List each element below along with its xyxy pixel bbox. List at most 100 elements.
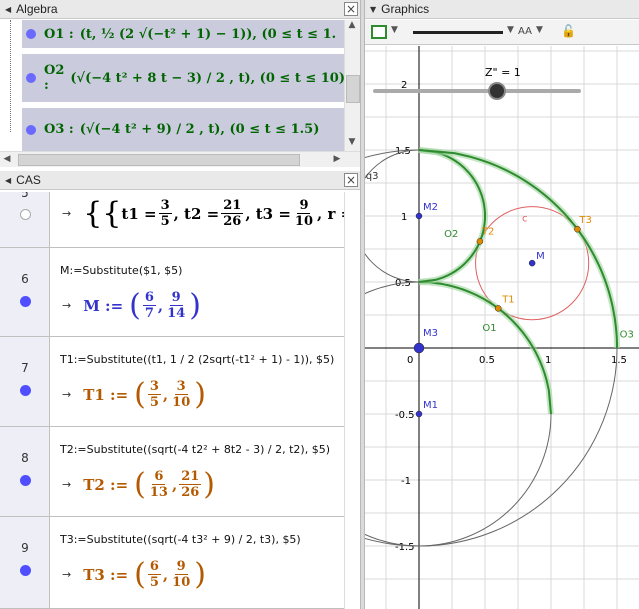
point-t3[interactable] — [574, 225, 581, 233]
row-toggle-icon[interactable] — [20, 296, 31, 307]
label-t2: T2 — [481, 226, 494, 237]
chevron-down-icon[interactable]: ▼ — [536, 25, 543, 35]
output-arrow-icon: → — [62, 568, 72, 581]
label-c: c — [522, 213, 528, 224]
y-tick-label: -1.5 — [395, 542, 415, 553]
object-name: O3 : — [44, 122, 74, 137]
label-t3: T3 — [578, 215, 591, 226]
row-toggle-icon[interactable] — [20, 209, 31, 220]
cas-output: → T3 :=(6 5, 9 10) — [62, 556, 206, 592]
algebra-header: ◀ Algebra × — [0, 0, 360, 19]
y-tick-label: -0.5 — [395, 410, 415, 421]
collapse-triangle-icon[interactable]: ▼ — [370, 5, 376, 14]
x-tick-label: 1 — [545, 355, 551, 366]
row-number: 9 — [21, 541, 29, 555]
y-tick-label: 1 — [401, 212, 407, 223]
cas-output: → T2 :=(6 13, 21 26) — [62, 466, 216, 502]
graphics-canvas[interactable]: 00.511.521.510.5-0.5-1-1.5-2Z" = 1MM1M2M… — [365, 46, 639, 609]
label-m3: M3 — [423, 328, 438, 339]
output-name: T2 := — [83, 475, 129, 494]
close-algebra-icon[interactable]: × — [344, 2, 358, 16]
row-toggle-icon[interactable] — [20, 475, 31, 486]
point-t1[interactable] — [494, 305, 502, 312]
output-name: T1 := — [83, 385, 129, 404]
algebra-row-o2[interactable]: O2 : (√(−4 t² + 8 t − 3) / 2 , t), (0 ≤ … — [22, 54, 346, 102]
chevron-down-icon[interactable]: ▼ — [391, 25, 398, 35]
graphics-header: ▼ Graphics — [365, 0, 639, 19]
label-m1: M1 — [423, 400, 438, 411]
visibility-dot-icon[interactable] — [26, 29, 36, 39]
cas-row-6[interactable]: 6 M:=Substitute($1, $5) → M :=(6 7, 9 14) — [0, 248, 345, 337]
point-m[interactable] — [528, 259, 536, 267]
tree-line — [10, 20, 11, 132]
line-style-button[interactable] — [413, 31, 503, 34]
label-t1: T1 — [501, 294, 514, 305]
cas-row-5[interactable]: 5 → {{ t1 = 35 , t2 = 21 26 , t3 = 9 10 , … — [0, 192, 345, 248]
output-name: T3 := — [83, 565, 129, 584]
cas-row-9[interactable]: 9 T3:=Substitute((sqrt(-4 t3² + 9) / 2, t… — [0, 517, 345, 609]
algebra-title: Algebra — [16, 2, 58, 16]
cas-title: CAS — [16, 173, 41, 187]
slider-knob[interactable] — [488, 82, 506, 100]
x-tick-label: 0.5 — [479, 355, 495, 366]
object-expression: (√(−4 t² + 8 t − 3) / 2 , t), (0 ≤ t ≤ 1… — [70, 70, 346, 86]
graphics-title: Graphics — [381, 2, 430, 16]
graphics-style-bar: ▼ ▼ AA ▼ 🔓 — [365, 20, 639, 45]
point-t2[interactable] — [476, 238, 484, 245]
row-number: 5 — [21, 192, 29, 200]
cas-input[interactable]: T2:=Substitute((sqrt(-4 t2² + 8t2 - 3) /… — [60, 443, 330, 456]
label-m2: M2 — [423, 202, 438, 213]
algebra-row-o1[interactable]: O1 : (t, ½ (2 √(−t² + 1) − 1)), (0 ≤ t ≤… — [22, 20, 344, 48]
row-toggle-icon[interactable] — [20, 565, 31, 576]
scroll-right-icon[interactable]: ▶ — [330, 154, 344, 164]
row-number: 6 — [21, 272, 29, 286]
label-style-icon[interactable]: AA — [518, 26, 532, 37]
row-toggle-icon[interactable] — [20, 385, 31, 396]
scroll-down-icon[interactable]: ▼ — [345, 137, 359, 147]
cas-input[interactable]: T3:=Substitute((sqrt(-4 t3² + 9) / 2, t3… — [60, 533, 301, 546]
object-expression: (t, ½ (2 √(−t² + 1) − 1)), (0 ≤ t ≤ 1. — [79, 26, 337, 42]
row-number: 8 — [21, 451, 29, 465]
object-name: O1 : — [44, 26, 74, 42]
y-tick-label: -1 — [401, 476, 411, 487]
collapse-triangle-icon[interactable]: ◀ — [5, 176, 11, 185]
chevron-down-icon[interactable]: ▼ — [507, 25, 514, 35]
cas-input[interactable]: M:=Substitute($1, $5) — [60, 264, 182, 277]
label-eq3: eq3 — [365, 171, 378, 182]
point-m3[interactable] — [413, 342, 425, 354]
cas-view: 5 → {{ t1 = 35 , t2 = 21 26 , t3 = 9 10 , … — [0, 192, 345, 609]
output-arrow-icon: → — [62, 478, 72, 491]
output-arrow-icon: → — [62, 299, 72, 312]
point-m2[interactable] — [415, 212, 423, 220]
cas-input[interactable]: T1:=Substitute((t1, 1 / 2 (2sqrt(-t1² + … — [60, 353, 334, 366]
visibility-dot-icon[interactable] — [26, 73, 36, 83]
label-o3: O3 — [620, 329, 634, 340]
color-picker-button[interactable] — [371, 25, 387, 39]
collapse-triangle-icon[interactable]: ◀ — [5, 5, 11, 14]
x-tick-label: 1.5 — [611, 355, 627, 366]
cas-vertical-scrollbar[interactable] — [344, 192, 345, 609]
object-name: O2 : — [44, 63, 65, 93]
cas-output: → M :=(6 7, 9 14) — [62, 287, 201, 323]
cas-row-7[interactable]: 7 T1:=Substitute((t1, 1 / 2 (2sqrt(-t1² +… — [0, 337, 345, 427]
cas-header: ◀ CAS × — [0, 171, 360, 190]
scroll-up-icon[interactable]: ▲ — [345, 20, 359, 30]
cas-row-8[interactable]: 8 T2:=Substitute((sqrt(-4 t2² + 8t2 - 3) … — [0, 427, 345, 517]
graphics-svg[interactable]: 00.511.521.510.5-0.5-1-1.5-2Z" = 1MM1M2M… — [365, 46, 639, 609]
algebra-row-o3[interactable]: O3 : (√(−4 t² + 9) / 2 , t), (0 ≤ t ≤ 1.… — [22, 108, 344, 151]
close-cas-icon[interactable]: × — [344, 173, 358, 187]
scroll-thumb[interactable] — [18, 154, 300, 166]
cas-output: → T1 :=(3 5, 3 10) — [62, 376, 206, 412]
output-arrow-icon: → — [62, 207, 72, 220]
algebra-vertical-scrollbar[interactable]: ▲ ▼ — [344, 20, 360, 151]
scroll-left-icon[interactable]: ◀ — [0, 154, 14, 164]
lock-icon[interactable]: 🔓 — [561, 24, 576, 38]
visibility-dot-icon[interactable] — [26, 124, 36, 135]
cas-output: → {{ t1 = 35 , t2 = 21 26 , t3 = 9 10 , r … — [62, 198, 345, 229]
point-m1[interactable] — [415, 410, 423, 418]
scroll-thumb[interactable] — [346, 75, 360, 103]
algebra-view: O1 : (t, ½ (2 √(−t² + 1) − 1)), (0 ≤ t ≤… — [0, 20, 360, 151]
algebra-horizontal-scrollbar[interactable]: ◀ ▶ — [0, 151, 360, 167]
row-number: 7 — [21, 361, 29, 375]
x-tick-label: 0 — [407, 355, 413, 366]
